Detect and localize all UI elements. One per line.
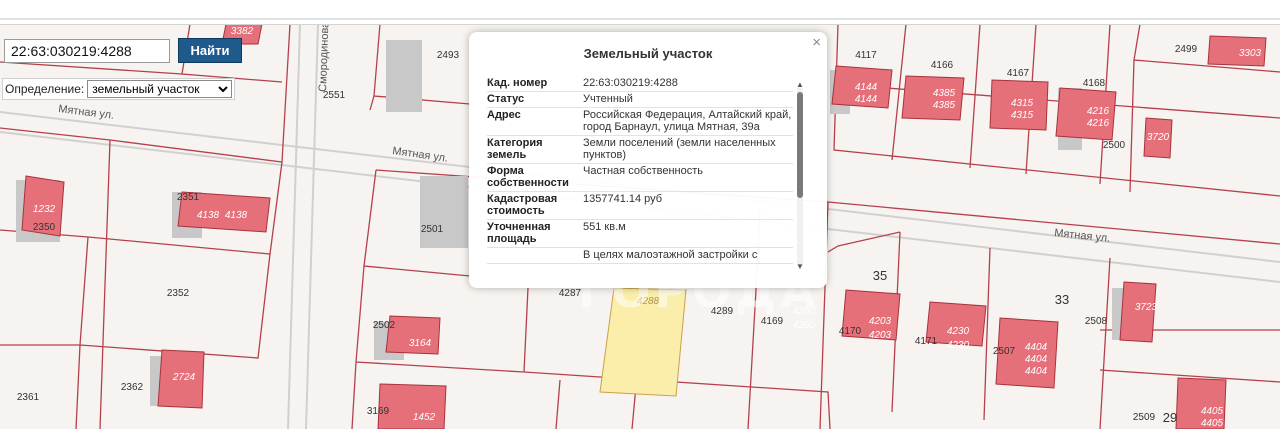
building-label: 3382: [231, 26, 254, 37]
parcel-label: 2361: [17, 392, 40, 403]
building-label: 3723: [1135, 302, 1158, 313]
info-value: 22:63:030219:4288: [583, 77, 678, 89]
parcel-label: 2500: [1103, 140, 1126, 151]
building-label: 4404: [1025, 354, 1048, 365]
building-label: 4144: [855, 82, 878, 93]
parcel-label: 2502: [373, 320, 396, 331]
building-label: 4315: [1011, 110, 1034, 121]
info-row: Форма собственности Частная собственность: [487, 164, 793, 192]
parcel-label: 3169: [367, 406, 390, 417]
info-row: Статус Учтенный: [487, 92, 793, 108]
building-label: 3720: [1147, 132, 1170, 143]
info-key: Форма собственности: [487, 165, 569, 189]
building-label: 4144: [855, 94, 878, 105]
parcel-label: 29: [1163, 410, 1177, 425]
cadastral-number-input[interactable]: [4, 38, 170, 63]
parcel-label: 4167: [1007, 68, 1030, 79]
parcel-label: 2352: [167, 288, 190, 299]
info-row: Уточненная площадь 551 кв.м: [487, 220, 793, 248]
popup-rows: Кад. номер 22:63:030219:4288 Статус Учтенн…: [487, 76, 793, 276]
parcel-info-popup: Земельный участок × Кад. номер 22:63:0302…: [469, 32, 827, 288]
building-label: 4260: [793, 320, 816, 331]
building-label: 4405: [1201, 418, 1224, 429]
info-row: Кад. номер 22:63:030219:4288: [487, 76, 793, 92]
building-label: 4405: [1201, 406, 1224, 417]
info-value: Частная собственность: [583, 165, 704, 177]
building-label: 4216: [1087, 118, 1110, 129]
parcel-label: 4168: [1083, 78, 1106, 89]
close-icon[interactable]: ×: [812, 34, 821, 51]
info-value: Российская Федерация, Алтайский край, го…: [583, 109, 792, 133]
definition-row: Определение: земельный участок: [2, 78, 236, 100]
building-label: 4385: [933, 88, 956, 99]
scroll-down-icon[interactable]: ▼: [796, 262, 804, 271]
info-row: Категория земель Земли поселений (земли н…: [487, 136, 793, 164]
parcel-label: 2493: [437, 50, 460, 61]
browser-top-bar: [0, 0, 1280, 25]
parcel-label: 2509: [1133, 412, 1156, 423]
search-bar: Найти: [4, 38, 242, 63]
building-label: 4203: [869, 316, 892, 327]
info-row: В целях малоэтажной застройки с: [487, 248, 793, 264]
building-label: 4216: [1087, 106, 1110, 117]
building-label: 1232: [33, 204, 56, 215]
scroll-thumb[interactable]: [797, 92, 803, 198]
parcel-label: 2508: [1085, 316, 1108, 327]
info-key: [487, 249, 583, 261]
building-label: 4404: [1025, 366, 1048, 377]
building-label: 4138: [197, 210, 220, 221]
info-key: Статус: [487, 93, 525, 105]
parcel-label: 2351: [177, 192, 200, 203]
info-key: Адрес: [487, 109, 521, 121]
parcel-label: 4166: [931, 60, 954, 71]
building-label: 4230: [947, 326, 970, 337]
find-button[interactable]: Найти: [178, 38, 242, 63]
building-label: 4385: [933, 100, 956, 111]
definition-select[interactable]: земельный участок: [87, 80, 233, 98]
parcel-label: 4170: [839, 326, 862, 337]
info-key: Уточненная площадь: [487, 221, 551, 245]
building-label: 4230: [947, 340, 970, 351]
parcel-label: 2507: [993, 346, 1016, 357]
parcel-label: 4171: [915, 336, 938, 347]
info-row: Кадастровая стоимость 1357741.14 руб: [487, 192, 793, 220]
info-key: Категория земель: [487, 137, 543, 161]
building-label: 4203: [869, 330, 892, 341]
building-label: 3164: [409, 338, 432, 349]
info-value: 1357741.14 руб: [583, 193, 663, 205]
parcel-label: 35: [873, 268, 887, 283]
building-label: 3303: [1239, 48, 1262, 59]
parcel-label: 2499: [1175, 44, 1198, 55]
info-value: В целях малоэтажной застройки с: [583, 249, 758, 261]
building-label: 2724: [172, 372, 196, 383]
info-value: Учтенный: [583, 93, 633, 105]
popup-title: Земельный участок: [583, 46, 713, 61]
parcel-label: 33: [1055, 292, 1069, 307]
parcel-label: 2350: [33, 222, 56, 233]
popup-scrollbar[interactable]: ▲ ▼: [796, 80, 804, 272]
info-key: Кад. номер: [487, 77, 548, 89]
building-label: 4315: [1011, 98, 1034, 109]
building-label: 4138: [225, 210, 248, 221]
parcel-label: 4117: [855, 50, 877, 61]
info-value: 551 кв.м: [583, 221, 626, 233]
info-value: Земли поселений (земли населенных пункто…: [583, 137, 776, 161]
building-label: 4404: [1025, 342, 1048, 353]
building-label: 1452: [413, 412, 436, 423]
parcel-label: 2501: [421, 224, 444, 235]
info-key: Кадастровая стоимость: [487, 193, 558, 217]
definition-label: Определение:: [5, 82, 85, 96]
info-row: Адрес Российская Федерация, Алтайский кра…: [487, 108, 793, 136]
parcel-label: 2362: [121, 382, 144, 393]
